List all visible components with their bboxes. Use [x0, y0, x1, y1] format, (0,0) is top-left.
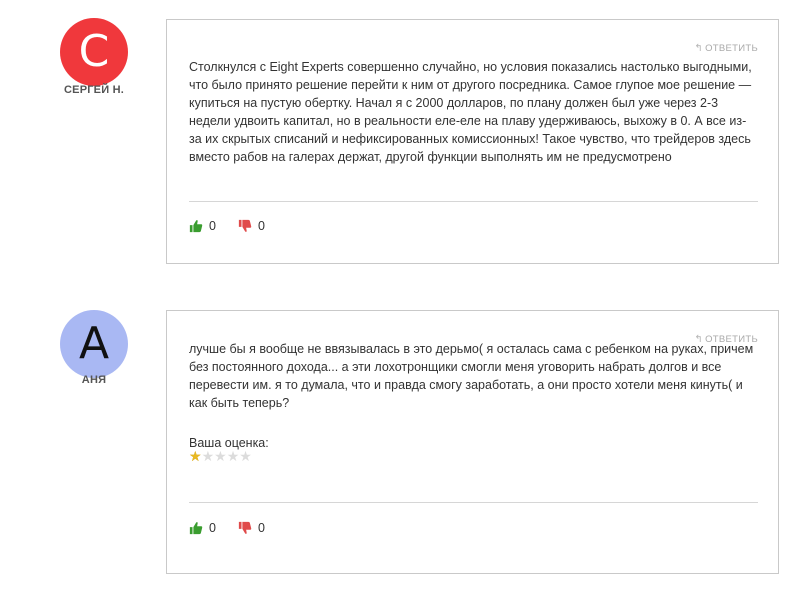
- avatar: C: [60, 18, 128, 86]
- star-rating: ★ ★ ★ ★ ★: [189, 450, 252, 464]
- like-button[interactable]: 0: [189, 521, 216, 535]
- avatar-letter: A: [78, 318, 110, 369]
- dislike-count: 0: [257, 521, 265, 535]
- dislike-count: 0: [257, 219, 265, 233]
- star-icon[interactable]: ★: [189, 450, 202, 464]
- dislike-button[interactable]: 0: [238, 521, 265, 535]
- reply-label: ОТВЕТИТЬ: [705, 43, 758, 54]
- vote-bar: 0 0: [189, 219, 287, 233]
- thumbs-down-icon: [238, 219, 252, 232]
- divider: [189, 201, 758, 202]
- comment-box: ↰ ОТВЕТИТЬ Столкнулся с Eight Experts со…: [166, 19, 779, 264]
- star-icon[interactable]: ★: [239, 450, 252, 464]
- divider: [189, 502, 758, 503]
- avatar: A: [60, 310, 128, 378]
- star-icon[interactable]: ★: [214, 450, 227, 464]
- author-name: АНЯ: [81, 374, 107, 386]
- like-count: 0: [209, 219, 216, 233]
- thumbs-up-icon: [189, 522, 203, 535]
- comment-box: ↰ ОТВЕТИТЬ лучше бы я вообще не ввязывал…: [166, 310, 779, 574]
- star-icon[interactable]: ★: [202, 450, 215, 464]
- reply-arrow-icon: ↰: [694, 43, 704, 54]
- reply-button[interactable]: ↰ ОТВЕТИТЬ: [694, 43, 758, 54]
- author-name: СЕРГЕЙ Н.: [64, 84, 124, 96]
- comment-text: Столкнулся с Eight Experts совершенно сл…: [189, 60, 752, 164]
- thumbs-up-icon: [189, 220, 203, 233]
- star-icon[interactable]: ★: [227, 450, 240, 464]
- like-count: 0: [209, 521, 216, 535]
- like-button[interactable]: 0: [189, 219, 216, 233]
- vote-bar: 0 0: [189, 521, 287, 535]
- avatar-letter: C: [78, 26, 110, 77]
- comment-text: лучше бы я вообще не ввязывалась в это д…: [189, 342, 754, 410]
- rating-label: Ваша оценка:: [189, 436, 269, 450]
- thumbs-down-icon: [238, 521, 252, 534]
- dislike-button[interactable]: 0: [238, 219, 265, 233]
